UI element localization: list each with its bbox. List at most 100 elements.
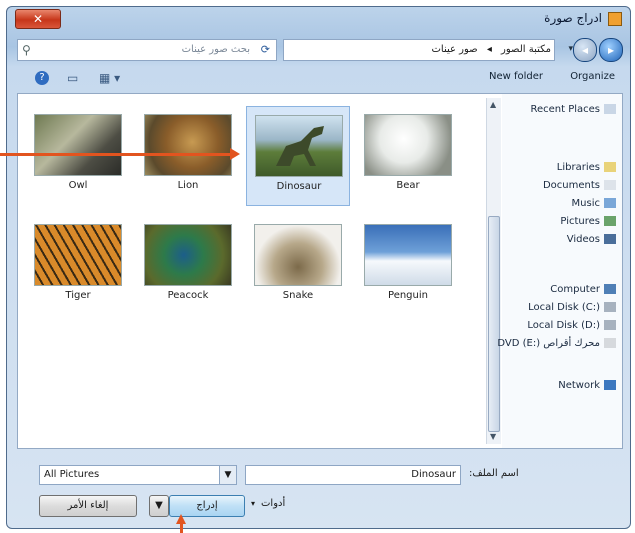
- tools-button[interactable]: أدوات: [261, 498, 285, 509]
- search-icon: ⚲: [22, 43, 31, 57]
- nav-label: Network: [558, 380, 600, 391]
- filename-input[interactable]: Dinosaur: [245, 465, 461, 485]
- owl-thumbnail: [34, 114, 122, 176]
- tiger-thumbnail: [34, 224, 122, 286]
- documents-icon: [604, 180, 616, 190]
- nav-pictures[interactable]: Pictures: [560, 216, 616, 227]
- dialog-footer: All Pictures ▼ Dinosaur اسم الملف: إلغاء…: [17, 453, 623, 525]
- file-browser: Owl Lion Dinosaur Bear Tiger Peacock Sna…: [17, 93, 623, 449]
- nav-videos[interactable]: Videos: [567, 234, 616, 245]
- window-title: ادراج صورة: [544, 11, 602, 25]
- file-tile-snake[interactable]: Snake: [246, 216, 350, 316]
- nav-network[interactable]: Network: [558, 380, 616, 391]
- breadcrumb-separator-icon: ◂: [486, 44, 492, 55]
- address-row: ⚲ بحث صور عينات ⟳ مكتبة الصور ◂ صور عينا…: [17, 38, 623, 63]
- pictures-icon: [604, 216, 616, 226]
- chevron-down-icon[interactable]: ▼: [219, 466, 236, 484]
- preview-pane-icon[interactable]: ▭: [67, 71, 78, 85]
- videos-icon: [604, 234, 616, 244]
- cancel-button[interactable]: إلغاء الأمر: [39, 495, 137, 517]
- annotation-arrow-line: [0, 153, 230, 156]
- nav-documents[interactable]: Documents: [543, 180, 616, 191]
- bear-thumbnail: [364, 114, 452, 176]
- network-icon: [604, 380, 616, 390]
- nav-label: Pictures: [560, 216, 600, 227]
- refresh-icon[interactable]: ⟳: [261, 43, 270, 56]
- nav-music[interactable]: Music: [572, 198, 616, 209]
- file-tile-peacock[interactable]: Peacock: [136, 216, 240, 316]
- file-grid: Owl Lion Dinosaur Bear Tiger Peacock Sna…: [18, 94, 478, 448]
- recent-pages-dropdown-icon[interactable]: ▾: [568, 44, 573, 54]
- filename-value: Dinosaur: [411, 469, 456, 480]
- file-label: Peacock: [167, 290, 209, 301]
- nav-label: Documents: [542, 180, 600, 191]
- nav-label: Recent Places: [530, 104, 600, 115]
- file-label: Snake: [282, 290, 314, 301]
- file-tile-lion[interactable]: Lion: [136, 106, 240, 206]
- help-icon[interactable]: ?: [35, 71, 49, 85]
- file-label: Tiger: [65, 290, 91, 301]
- annotation-arrow-line: [180, 524, 183, 533]
- new-folder-button[interactable]: New folder: [489, 71, 543, 82]
- title-bar: ✕ ادراج صورة: [7, 7, 630, 33]
- nav-label: Computer: [550, 284, 600, 295]
- nav-recent-places[interactable]: Recent Places: [530, 104, 616, 115]
- computer-icon: [604, 284, 616, 294]
- file-tile-penguin[interactable]: Penguin: [356, 216, 460, 316]
- nav-label: Local Disk (D:): [527, 320, 600, 331]
- dinosaur-thumbnail: [255, 115, 343, 177]
- search-input[interactable]: ⚲ بحث صور عينات ⟳: [17, 39, 277, 61]
- insert-picture-dialog: ✕ ادراج صورة ⚲ بحث صور عينات ⟳ مكتبة الص…: [6, 6, 631, 529]
- music-icon: [604, 198, 616, 208]
- navigation-pane: Recent Places Libraries Documents Music …: [497, 94, 622, 448]
- scroll-down-arrow-icon[interactable]: ▼: [490, 432, 496, 441]
- forward-button[interactable]: ▸: [599, 38, 623, 62]
- back-button[interactable]: ◂: [573, 38, 597, 62]
- lion-thumbnail: [144, 114, 232, 176]
- drive-icon: [604, 320, 616, 330]
- close-button[interactable]: ✕: [15, 9, 61, 29]
- address-bar[interactable]: مكتبة الصور ◂ صور عينات: [283, 39, 555, 61]
- file-tile-tiger[interactable]: Tiger: [26, 216, 130, 316]
- penguin-thumbnail: [364, 224, 452, 286]
- drive-icon: [604, 302, 616, 312]
- file-label: Owl: [68, 180, 88, 191]
- nav-dvd-drive[interactable]: محرك أقراص DVD (E:): [497, 338, 616, 349]
- annotation-arrow-up-icon: [176, 514, 186, 524]
- nav-local-disk-d[interactable]: Local Disk (D:): [527, 320, 616, 331]
- file-type-select[interactable]: All Pictures ▼: [39, 465, 237, 485]
- file-label: Bear: [396, 180, 420, 191]
- file-tile-owl[interactable]: Owl: [26, 106, 130, 206]
- search-placeholder: بحث صور عينات: [181, 44, 250, 55]
- command-bar: ? ▭ ▦ ▾ New folder Organize: [17, 67, 623, 91]
- scroll-up-arrow-icon[interactable]: ▲: [490, 100, 496, 109]
- tools-dropdown-icon[interactable]: ▾: [251, 499, 255, 508]
- navigation-buttons: ◂ ▸ ▾: [559, 38, 623, 62]
- nav-libraries[interactable]: Libraries: [557, 162, 616, 173]
- file-tile-bear[interactable]: Bear: [356, 106, 460, 206]
- nav-label: Videos: [566, 234, 600, 245]
- breadcrumb-sample-pictures[interactable]: صور عينات: [429, 40, 481, 55]
- nav-computer[interactable]: Computer: [550, 284, 616, 295]
- file-label: Penguin: [388, 290, 428, 301]
- nav-label: Music: [571, 198, 600, 209]
- file-label: Dinosaur: [276, 181, 322, 192]
- snake-thumbnail: [254, 224, 342, 286]
- peacock-thumbnail: [144, 224, 232, 286]
- organize-button[interactable]: Organize: [570, 71, 615, 82]
- recent-places-icon: [604, 104, 616, 114]
- scroll-thumb[interactable]: [488, 216, 500, 432]
- scrollbar[interactable]: ▲ ▼: [486, 98, 501, 444]
- change-view-icon[interactable]: ▦ ▾: [99, 71, 120, 85]
- insert-options-dropdown-icon[interactable]: ▼: [149, 495, 169, 517]
- file-tile-dinosaur[interactable]: Dinosaur: [246, 106, 350, 206]
- dinosaur-icon: [276, 126, 324, 166]
- nav-label: Local Disk (C:): [528, 302, 600, 313]
- file-label: Lion: [177, 180, 199, 191]
- nav-label: Libraries: [556, 162, 600, 173]
- nav-local-disk-c[interactable]: Local Disk (C:): [528, 302, 616, 313]
- dvd-drive-icon: [604, 338, 616, 348]
- app-icon: [608, 12, 622, 26]
- breadcrumb-library[interactable]: مكتبة الصور: [498, 40, 554, 55]
- file-type-value: All Pictures: [44, 469, 100, 480]
